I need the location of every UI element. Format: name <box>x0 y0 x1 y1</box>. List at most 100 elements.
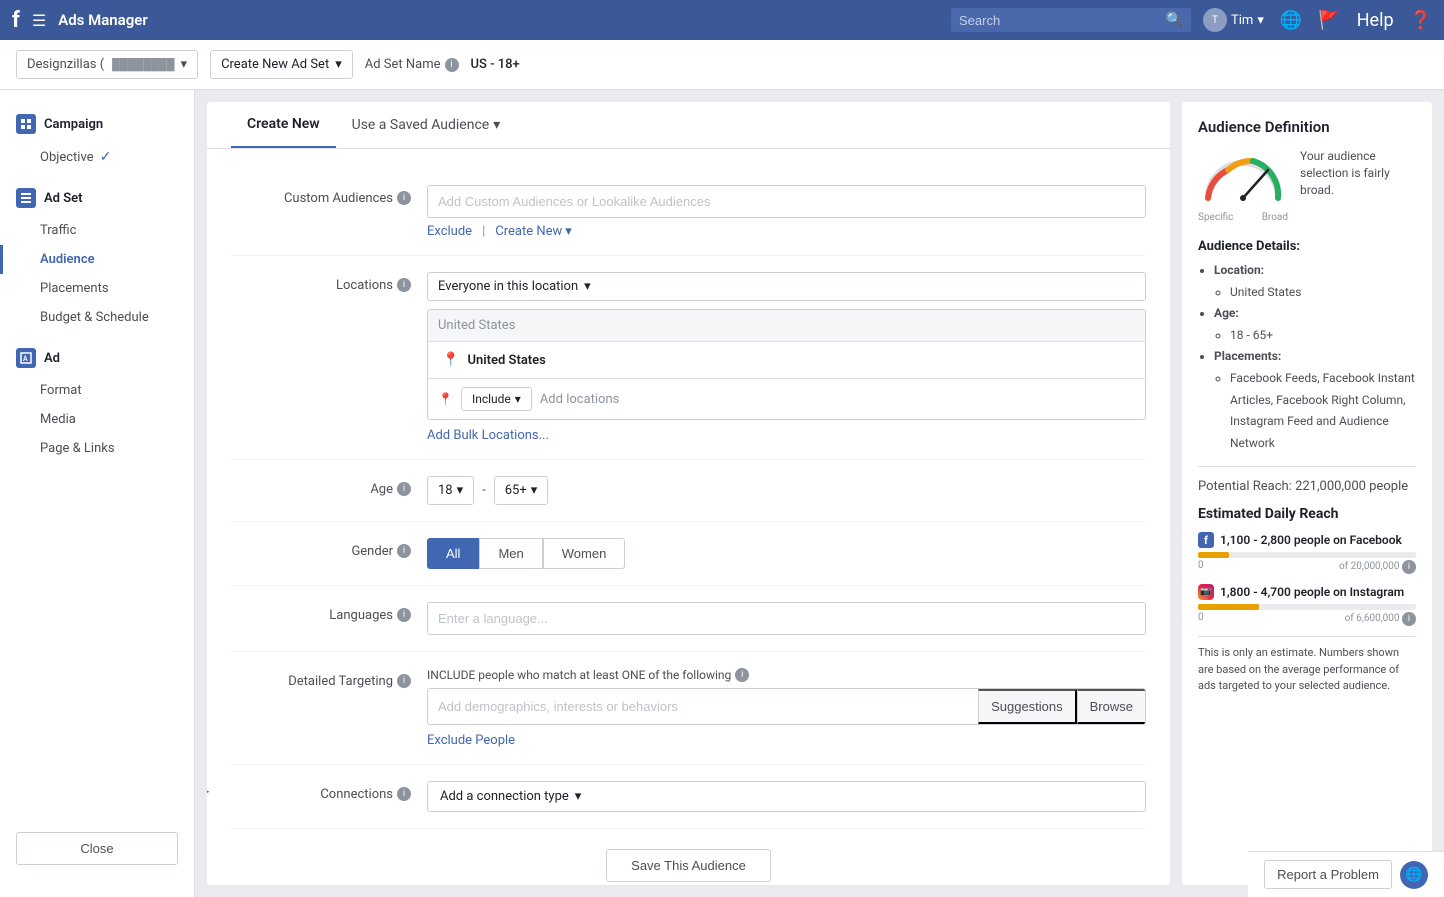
fb-reach-bar <box>1198 552 1229 558</box>
ig-reach-info-icon[interactable]: i <box>1402 612 1416 626</box>
right-panel: Audience Definition <box>1182 102 1432 885</box>
locations-dropdown[interactable]: Everyone in this location ▾ <box>427 272 1146 301</box>
potential-reach-label: Potential Reach: <box>1198 479 1292 494</box>
age-min-value: 18 <box>438 483 453 498</box>
connections-label: Connections <box>320 787 393 802</box>
facebook-icon: f <box>1198 532 1214 548</box>
suggestions-button[interactable]: Suggestions <box>978 689 1077 724</box>
locations-label-container: Locations i <box>231 272 411 293</box>
gauge-description: Your audience selection is fairly broad. <box>1300 148 1416 198</box>
age-min-select[interactable]: 18 ▾ <box>427 476 474 505</box>
user-menu[interactable]: T Tim ▾ <box>1203 8 1264 32</box>
exclude-people-link[interactable]: Exclude People <box>427 733 515 748</box>
sidebar-item-page-links[interactable]: Page & Links <box>0 434 194 463</box>
report-problem-button[interactable]: Report a Problem <box>1264 860 1392 889</box>
detailed-targeting-info-icon[interactable]: i <box>397 674 411 688</box>
connections-info-icon[interactable]: i <box>397 787 411 801</box>
age-max-select[interactable]: 65+ ▾ <box>494 476 549 505</box>
save-audience-button[interactable]: Save This Audience <box>606 849 771 882</box>
targeting-desc: INCLUDE people who match at least ONE of… <box>427 668 1146 682</box>
location-name: United States <box>467 353 545 368</box>
gender-all-button[interactable]: All <box>427 538 479 569</box>
ig-reach-bar <box>1198 604 1259 610</box>
audience-details-title: Audience Details: <box>1198 239 1416 254</box>
targeting-desc-info-icon[interactable]: i <box>735 668 749 682</box>
exclude-link[interactable]: Exclude <box>427 224 472 239</box>
sidebar-item-format[interactable]: Format <box>0 376 194 405</box>
potential-reach-value: 221,000,000 people <box>1295 479 1408 494</box>
include-dropdown[interactable]: Include ▾ <box>461 387 532 411</box>
age-info-icon[interactable]: i <box>397 482 411 496</box>
add-bulk-link[interactable]: Add Bulk Locations... <box>427 428 549 443</box>
age-max-value: 65+ <box>505 483 527 498</box>
close-button-container: Close <box>16 832 178 865</box>
search-icon: 🔍 <box>1166 12 1183 28</box>
languages-input[interactable] <box>427 602 1146 635</box>
audience-definition-title: Audience Definition <box>1198 118 1416 136</box>
adset-dropdown-icon: ▾ <box>335 57 342 72</box>
sidebar-item-media[interactable]: Media <box>0 405 194 434</box>
targeting-search-input[interactable] <box>428 689 978 724</box>
hamburger-icon[interactable]: ☰ <box>32 11 46 30</box>
connection-type-dropdown[interactable]: Add a connection type ▾ <box>427 781 1146 812</box>
detailed-targeting-field: INCLUDE people who match at least ONE of… <box>427 668 1146 748</box>
fb-reach-info-icon[interactable]: i <box>1402 560 1416 574</box>
sidebar-adset-header: Ad Set <box>0 180 194 216</box>
age-detail-value: 18 - 65+ <box>1230 325 1416 347</box>
arrow-2: ➤ <box>207 272 212 322</box>
age-controls: 18 ▾ - 65+ ▾ <box>427 476 1146 505</box>
tab-use-saved-label: Use a Saved Audience <box>352 117 490 133</box>
globe-nav-icon[interactable]: 🌐 <box>1280 10 1302 31</box>
adset-name-info-icon[interactable]: i <box>445 58 459 72</box>
age-field: 18 ▾ - 65+ ▾ <box>427 476 1146 505</box>
account-selector[interactable]: Designzillas ( ████████ ▾ <box>16 50 198 79</box>
connection-type-arrow: ▾ <box>575 789 582 804</box>
connections-field: Add a connection type ▾ <box>427 781 1146 812</box>
custom-audiences-info-icon[interactable]: i <box>397 191 411 205</box>
sidebar-item-audience[interactable]: Audience <box>0 245 194 274</box>
detailed-targeting-label-container: Detailed Targeting i <box>231 668 411 689</box>
adset-label: Ad Set <box>44 191 83 206</box>
locations-info-icon[interactable]: i <box>397 278 411 292</box>
gender-men-button[interactable]: Men <box>479 538 542 569</box>
ad-header-icon: A <box>16 348 36 368</box>
sidebar-item-objective[interactable]: Objective ✓ <box>0 142 194 172</box>
sidebar-item-traffic[interactable]: Traffic <box>0 216 194 245</box>
create-adset-button[interactable]: Create New Ad Set ▾ <box>210 50 353 79</box>
help-link[interactable]: Help <box>1357 10 1394 31</box>
placements-label: Placements <box>40 281 109 296</box>
instagram-icon: 📷 <box>1198 584 1214 600</box>
exclude-people-container: Exclude People <box>427 733 1146 748</box>
add-locations-text[interactable]: Add locations <box>540 392 620 407</box>
tab-create-new[interactable]: Create New <box>231 102 336 148</box>
search-box: 🔍 <box>951 8 1191 32</box>
sidebar-item-placements[interactable]: Placements <box>0 274 194 303</box>
traffic-label: Traffic <box>40 223 76 238</box>
sidebar-adset-section: Ad Set Traffic Audience Placements Budge… <box>0 180 194 332</box>
flag-icon[interactable]: 🚩 <box>1318 10 1340 31</box>
create-new-arrow: ▾ <box>565 224 572 239</box>
languages-label-container: Languages i <box>231 602 411 623</box>
languages-info-icon[interactable]: i <box>397 608 411 622</box>
gender-women-button[interactable]: Women <box>543 538 626 569</box>
user-dropdown-icon: ▾ <box>1257 13 1264 28</box>
custom-audiences-input[interactable] <box>427 185 1146 218</box>
sidebar-item-budget[interactable]: Budget & Schedule <box>0 303 194 332</box>
gender-buttons: All Men Women <box>427 538 1146 569</box>
languages-field <box>427 602 1146 635</box>
close-button[interactable]: Close <box>16 832 178 865</box>
adset-header-icon <box>16 188 36 208</box>
svg-text:A: A <box>23 355 28 363</box>
search-input[interactable] <box>959 13 1160 28</box>
sidebar: Campaign Objective ✓ Ad Set Traffic <box>0 90 195 897</box>
sidebar-ad-header: A Ad <box>0 340 194 376</box>
main-layout: Campaign Objective ✓ Ad Set Traffic <box>0 90 1444 897</box>
tab-use-saved[interactable]: Use a Saved Audience ▾ <box>336 102 517 148</box>
gender-info-icon[interactable]: i <box>397 544 411 558</box>
browse-button[interactable]: Browse <box>1077 689 1145 724</box>
location-search-text: United States <box>428 310 1145 342</box>
create-new-link[interactable]: Create New ▾ <box>495 224 572 239</box>
gender-field: All Men Women <box>427 538 1146 569</box>
languages-row: Languages i <box>231 586 1146 652</box>
globe-bottom-icon[interactable]: 🌐 <box>1400 861 1428 889</box>
